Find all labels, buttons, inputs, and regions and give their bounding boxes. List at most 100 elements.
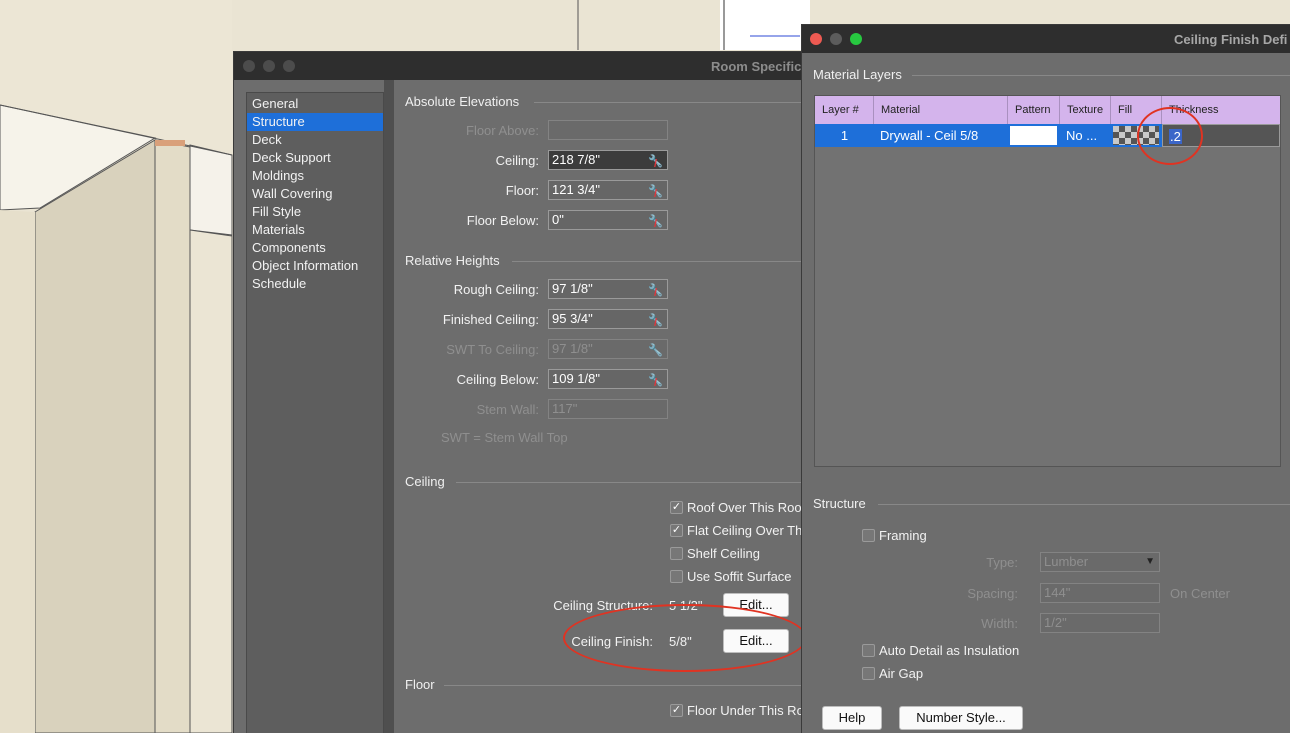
wrench-icon[interactable]: 🔧 — [648, 182, 663, 203]
pattern-swatch[interactable] — [1010, 126, 1057, 145]
wrench-icon[interactable]: 🔧 — [648, 371, 663, 392]
use-soffit-surface-checkbox[interactable] — [670, 570, 683, 583]
room-dialog-titlebar[interactable]: Room Specification — [234, 52, 812, 80]
ceiling-below-field[interactable]: 109 1/8" 🔧 — [548, 369, 668, 392]
floor-below-field[interactable]: 0" 🔧 — [548, 210, 668, 233]
on-center-label: On Center — [1170, 586, 1230, 601]
layer-number-cell: 1 — [840, 128, 849, 143]
category-sidebar: General Structure Deck Deck Support Mold… — [246, 92, 384, 733]
table-row[interactable]: 1 Drywall - Ceil 5/8 No ... .2 — [815, 124, 1280, 147]
sidebar-item-components[interactable]: Components — [247, 239, 383, 257]
floor-under-room-checkbox[interactable]: ✓ — [670, 704, 683, 717]
width-field: 1/2" — [1040, 613, 1160, 633]
column-header-layer[interactable]: Layer # — [815, 96, 874, 124]
zoom-window-button[interactable] — [283, 60, 295, 72]
help-button[interactable]: Help — [822, 706, 882, 730]
wrench-icon: 🔧 — [648, 343, 663, 357]
rough-ceiling-label: Rough Ceiling: — [453, 282, 539, 297]
sidebar-item-deck[interactable]: Deck — [247, 131, 383, 149]
section-divider — [444, 685, 812, 686]
sidebar-item-object-information[interactable]: Object Information — [247, 257, 383, 275]
sidebar-item-schedule[interactable]: Schedule — [247, 275, 383, 293]
framing-type-value: Lumber — [1044, 554, 1089, 569]
chevron-down-icon: ▼ — [1145, 556, 1155, 567]
auto-detail-insulation-checkbox[interactable] — [862, 644, 875, 657]
texture-cell[interactable]: No ... — [1060, 124, 1111, 147]
section-divider — [912, 75, 1290, 76]
shelf-ceiling-checkbox[interactable] — [670, 547, 683, 560]
shelf-ceiling-label: Shelf Ceiling — [687, 546, 760, 561]
air-gap-checkbox[interactable] — [862, 667, 875, 680]
floor-elevation-label: Floor: — [505, 183, 539, 198]
column-header-pattern[interactable]: Pattern — [1008, 96, 1060, 124]
sidebar-item-deck-support[interactable]: Deck Support — [247, 149, 383, 167]
structure-heading: Structure — [813, 496, 866, 511]
auto-detail-insulation-label: Auto Detail as Insulation — [879, 643, 1020, 658]
rough-ceiling-value: 97 1/8" — [552, 281, 593, 296]
section-divider — [534, 102, 812, 103]
flat-ceiling-label: Flat Ceiling Over Th — [687, 523, 803, 538]
ceiling-elevation-field[interactable]: 218 7/8" 🔧 — [548, 150, 668, 173]
floor-heading: Floor — [405, 677, 435, 692]
finished-ceiling-value: 95 3/4" — [552, 311, 593, 326]
spacing-label: Spacing: — [967, 586, 1018, 601]
rough-ceiling-field[interactable]: 97 1/8" 🔧 — [548, 279, 668, 302]
finished-ceiling-label: Finished Ceiling: — [442, 312, 539, 327]
column-header-texture[interactable]: Texture — [1060, 96, 1111, 124]
floor-above-label: Floor Above: — [466, 123, 539, 138]
ceiling-below-value: 109 1/8" — [552, 371, 600, 386]
floor-under-room-label: Floor Under This Ro — [687, 703, 804, 718]
roof-over-room-label: Roof Over This Roo — [687, 500, 802, 515]
wrench-icon[interactable]: 🔧 — [648, 311, 663, 332]
room-dialog-title: Room Specification — [711, 59, 812, 74]
roof-over-room-checkbox[interactable]: ✓ — [670, 501, 683, 514]
splitter-bar[interactable] — [384, 80, 394, 733]
sidebar-item-fill-style[interactable]: Fill Style — [247, 203, 383, 221]
spacing-field: 144" — [1040, 583, 1160, 603]
swt-note: SWT = Stem Wall Top — [441, 430, 568, 445]
stem-wall-label: Stem Wall: — [476, 402, 539, 417]
framing-label: Framing — [879, 528, 927, 543]
annotation-circle — [1137, 107, 1203, 165]
sidebar-item-structure[interactable]: Structure — [247, 113, 383, 131]
framing-checkbox[interactable] — [862, 529, 875, 542]
minimize-window-button[interactable] — [263, 60, 275, 72]
section-divider — [512, 261, 812, 262]
finished-ceiling-field[interactable]: 95 3/4" 🔧 — [548, 309, 668, 332]
material-cell[interactable]: Drywall - Ceil 5/8 — [874, 124, 1008, 147]
floor-below-value: 0" — [552, 212, 564, 227]
material-layers-table[interactable]: Layer # Material Pattern Texture Fill Th… — [814, 95, 1281, 467]
flat-ceiling-checkbox[interactable]: ✓ — [670, 524, 683, 537]
floor-below-label: Floor Below: — [466, 213, 539, 228]
close-window-button[interactable] — [810, 33, 822, 45]
floor-above-field — [548, 120, 668, 140]
minimize-window-button[interactable] — [830, 33, 842, 45]
wrench-icon[interactable]: 🔧 — [648, 281, 663, 302]
stem-wall-field: 117" — [548, 399, 668, 419]
swt-to-ceiling-label: SWT To Ceiling: — [446, 342, 539, 357]
ceiling-elevation-label: Ceiling: — [495, 153, 539, 168]
use-soffit-surface-label: Use Soffit Surface — [687, 569, 792, 584]
sidebar-item-materials[interactable]: Materials — [247, 221, 383, 239]
column-header-material[interactable]: Material — [874, 96, 1008, 124]
framing-type-select: Lumber ▼ — [1040, 552, 1160, 572]
sidebar-item-wall-covering[interactable]: Wall Covering — [247, 185, 383, 203]
relative-heights-heading: Relative Heights — [405, 253, 500, 268]
absolute-elevations-heading: Absolute Elevations — [405, 94, 520, 109]
close-window-button[interactable] — [243, 60, 255, 72]
cf-dialog-titlebar[interactable]: Ceiling Finish Defi — [802, 25, 1290, 53]
floor-elevation-field[interactable]: 121 3/4" 🔧 — [548, 180, 668, 203]
wrench-icon[interactable]: 🔧 — [648, 152, 663, 173]
number-style-button[interactable]: Number Style... — [899, 706, 1023, 730]
ceiling-below-label: Ceiling Below: — [456, 372, 539, 387]
air-gap-label: Air Gap — [879, 666, 924, 681]
sidebar-item-general[interactable]: General — [247, 95, 383, 113]
wrench-icon[interactable]: 🔧 — [648, 212, 663, 233]
sidebar-item-moldings[interactable]: Moldings — [247, 167, 383, 185]
swt-to-ceiling-value: 97 1/8" — [552, 341, 593, 356]
ceiling-elevation-value: 218 7/8" — [552, 152, 600, 167]
swt-to-ceiling-field: 97 1/8" 🔧 — [548, 339, 668, 359]
zoom-window-button[interactable] — [850, 33, 862, 45]
annotation-ellipse — [563, 604, 807, 672]
floor-elevation-value: 121 3/4" — [552, 182, 600, 197]
